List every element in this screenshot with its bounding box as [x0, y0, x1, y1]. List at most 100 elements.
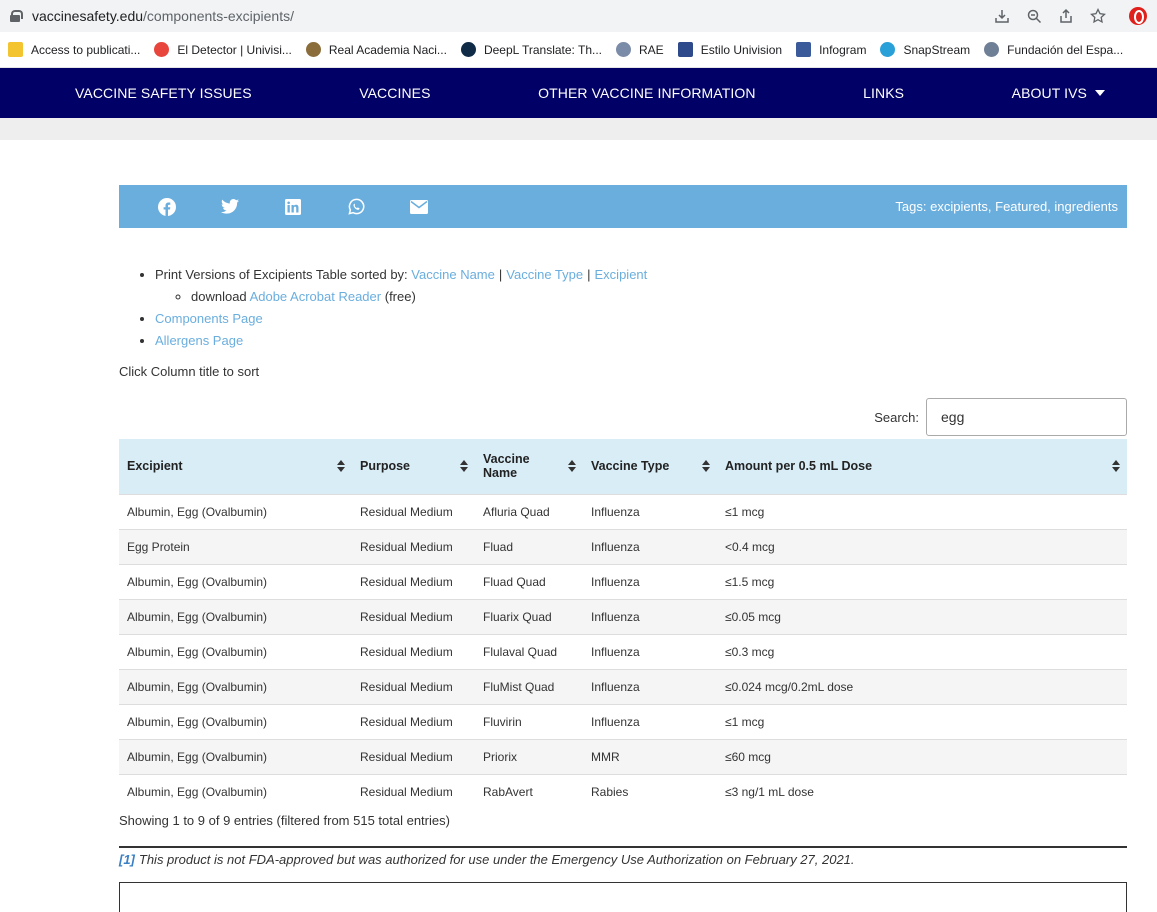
bookmark-label: RAE: [639, 42, 664, 57]
cell-vaccine-type: Influenza: [591, 539, 640, 554]
bookmark-item[interactable]: Access to publicati...: [8, 42, 140, 57]
facebook-icon[interactable]: [151, 197, 183, 217]
cell-amount: ≤0.3 mcg: [725, 644, 775, 659]
print-versions-label: Print Versions of Excipients Table sorte…: [155, 267, 408, 282]
cell-excipient: Albumin, Egg (Ovalbumin): [127, 504, 268, 519]
sort-icon: [1112, 460, 1120, 473]
cell-excipient: Albumin, Egg (Ovalbumin): [127, 749, 268, 764]
table-search: Search:: [874, 398, 1127, 436]
content-box: [119, 882, 1127, 912]
linkedin-icon[interactable]: [277, 197, 309, 217]
lock-icon: [10, 10, 23, 22]
nav-vaccines[interactable]: VACCINES: [359, 85, 430, 101]
table-row: Albumin, Egg (Ovalbumin) Residual Medium A…: [119, 494, 1127, 529]
cell-vaccine-name: Flulaval Quad: [483, 644, 558, 659]
cell-excipient: Albumin, Egg (Ovalbumin): [127, 574, 268, 589]
print-by-vaccine-type-link[interactable]: Vaccine Type: [506, 267, 583, 282]
cell-vaccine-name: Fluvirin: [483, 714, 522, 729]
table-info: Showing 1 to 9 of 9 entries (filtered fr…: [119, 813, 450, 828]
cell-purpose: Residual Medium: [360, 679, 453, 694]
cell-vaccine-name: RabAvert: [483, 784, 533, 799]
table-row: Albumin, Egg (Ovalbumin) Residual Medium F…: [119, 634, 1127, 669]
bookmark-star-icon[interactable]: [1089, 7, 1107, 25]
cell-vaccine-type: Influenza: [591, 574, 640, 589]
site-nav: VACCINE SAFETY ISSUES VACCINES OTHER VAC…: [0, 68, 1157, 118]
table-row: Albumin, Egg (Ovalbumin) Residual Medium F…: [119, 669, 1127, 704]
bookmark-item[interactable]: El Detector | Univisi...: [154, 42, 292, 57]
cell-vaccine-name: Fluad Quad: [483, 574, 546, 589]
bookmark-label: El Detector | Univisi...: [177, 42, 292, 57]
bookmark-item[interactable]: Estilo Univision: [677, 42, 783, 57]
column-header-vaccine-name[interactable]: Vaccine Name: [475, 439, 583, 494]
bookmark-favicon-icon: [880, 42, 896, 57]
cell-excipient: Albumin, Egg (Ovalbumin): [127, 609, 268, 624]
install-app-icon[interactable]: [993, 7, 1011, 25]
print-by-vaccine-name-link[interactable]: Vaccine Name: [411, 267, 495, 282]
column-header-amount[interactable]: Amount per 0.5 mL Dose: [717, 439, 1127, 494]
browser-url-bar[interactable]: vaccinesafety.edu/components-excipients/: [0, 0, 1157, 32]
sort-icon: [702, 460, 710, 473]
footnote-ref-link[interactable]: [1]: [119, 852, 135, 867]
bookmark-favicon-icon: [677, 42, 693, 57]
address-field[interactable]: vaccinesafety.edu/components-excipients/: [32, 8, 294, 24]
bookmark-favicon-icon: [8, 42, 23, 57]
url-domain: vaccinesafety.edu: [32, 8, 144, 24]
cell-vaccine-type: Influenza: [591, 644, 640, 659]
whatsapp-icon[interactable]: [340, 197, 372, 217]
search-input[interactable]: [926, 398, 1127, 436]
bookmark-item[interactable]: Infogram: [796, 42, 866, 57]
cell-purpose: Residual Medium: [360, 644, 453, 659]
share-icon[interactable]: [1057, 7, 1075, 25]
column-header-purpose[interactable]: Purpose: [352, 439, 475, 494]
cell-purpose: Residual Medium: [360, 784, 453, 799]
bookmark-label: DeepL Translate: Th...: [483, 42, 603, 57]
table-row: Egg Protein Residual Medium Fluad Influenza…: [119, 529, 1127, 564]
components-page-link[interactable]: Components Page: [155, 311, 263, 326]
adobe-reader-link[interactable]: Adobe Acrobat Reader: [250, 289, 382, 304]
nav-vaccine-safety-issues[interactable]: VACCINE SAFETY ISSUES: [75, 85, 252, 101]
column-header-excipient[interactable]: Excipient: [119, 439, 352, 494]
sort-icon: [460, 460, 468, 473]
caret-down-icon: [1094, 90, 1105, 96]
footnote-text: This product is not FDA-approved but was…: [138, 852, 855, 867]
table-row: Albumin, Egg (Ovalbumin) Residual Medium R…: [119, 774, 1127, 809]
opera-extension-icon[interactable]: [1129, 7, 1147, 25]
cell-purpose: Residual Medium: [360, 539, 453, 554]
download-label: download: [191, 289, 247, 304]
bookmark-favicon-icon: [460, 42, 476, 57]
list-item: Allergens Page: [155, 330, 1127, 352]
cell-amount: ≤60 mcg: [725, 749, 771, 764]
download-suffix: (free): [384, 289, 416, 304]
url-path: /components-excipients/: [143, 8, 294, 24]
bookmark-item[interactable]: DeepL Translate: Th...: [460, 42, 603, 57]
list-item: Print Versions of Excipients Table sorte…: [155, 264, 1127, 308]
cell-vaccine-type: Influenza: [591, 609, 640, 624]
cell-vaccine-name: FluMist Quad: [483, 679, 555, 694]
bookmarks-bar: Access to publicati... El Detector | Univ…: [0, 32, 1157, 68]
column-header-vaccine-type[interactable]: Vaccine Type: [583, 439, 717, 494]
cell-excipient: Albumin, Egg (Ovalbumin): [127, 679, 268, 694]
email-icon[interactable]: [403, 197, 435, 217]
twitter-icon[interactable]: [214, 197, 246, 217]
cell-vaccine-name: Fluad: [483, 539, 514, 554]
cell-vaccine-type: Influenza: [591, 679, 640, 694]
nav-links[interactable]: LINKS: [863, 85, 904, 101]
bookmark-label: Estilo Univision: [700, 42, 783, 57]
allergens-page-link[interactable]: Allergens Page: [155, 333, 243, 348]
bookmark-item[interactable]: Fundación del Espa...: [984, 42, 1123, 57]
bookmark-item[interactable]: RAE: [616, 42, 664, 57]
nav-other-vaccine-information[interactable]: OTHER VACCINE INFORMATION: [538, 85, 755, 101]
zoom-icon[interactable]: [1025, 7, 1043, 25]
list-item: download Adobe Acrobat Reader (free): [191, 286, 1127, 308]
cell-amount: ≤0.024 mcg/0.2mL dose: [725, 679, 854, 694]
cell-purpose: Residual Medium: [360, 749, 453, 764]
bookmark-item[interactable]: Real Academia Naci...: [305, 42, 447, 57]
sort-icon: [568, 460, 576, 473]
print-by-excipient-link[interactable]: Excipient: [595, 267, 648, 282]
cell-vaccine-type: Rabies: [591, 784, 629, 799]
nav-about-ivs[interactable]: ABOUT IVS: [1012, 85, 1105, 101]
cell-purpose: Residual Medium: [360, 504, 453, 519]
bookmark-item[interactable]: SnapStream: [880, 42, 970, 57]
cell-vaccine-name: Fluarix Quad: [483, 609, 552, 624]
sort-hint: Click Column title to sort: [119, 364, 260, 379]
